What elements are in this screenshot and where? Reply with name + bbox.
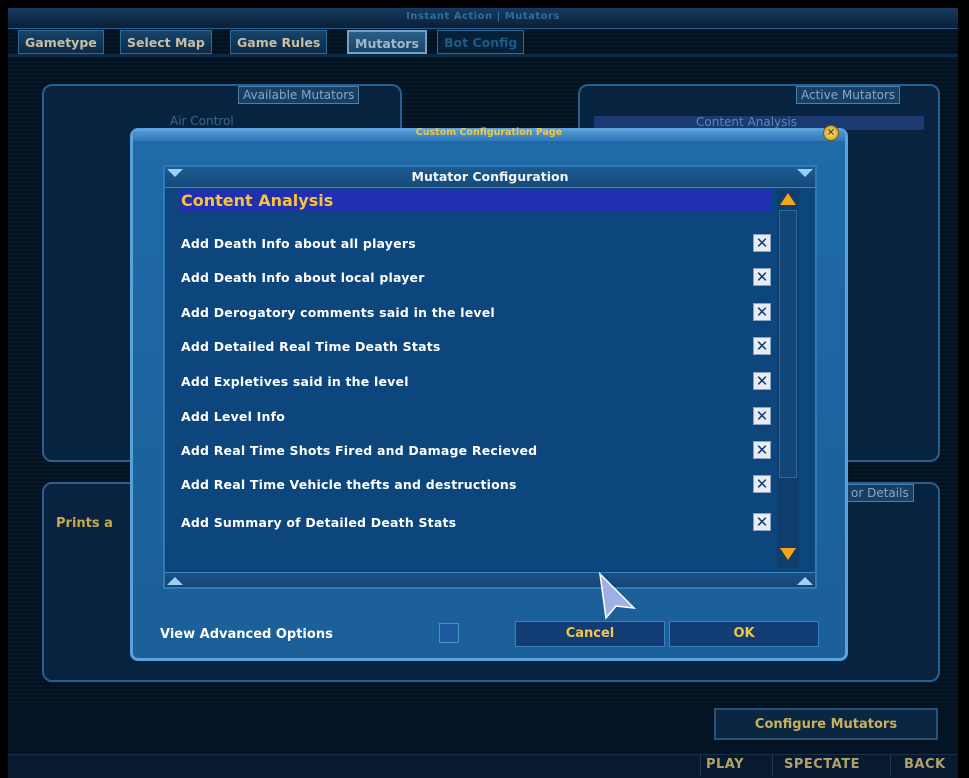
option-label: Add Level Info [181, 409, 286, 424]
scrollbar[interactable] [777, 190, 799, 568]
option-label: Add Summary of Detailed Death Stats [181, 515, 457, 530]
window-title: Instant Action | Mutators [406, 11, 560, 22]
view-advanced-options-label: View Advanced Options [160, 627, 333, 642]
play-button[interactable]: PLAY [706, 757, 744, 772]
option-label: Add Death Info about all players [181, 236, 416, 251]
option-checkbox[interactable]: ✕ [753, 337, 771, 355]
dialog-title-bar[interactable]: Custom Configuration Page × [133, 125, 845, 141]
tab-gametype[interactable]: Gametype [18, 30, 104, 54]
option-checkbox[interactable]: ✕ [753, 303, 771, 321]
section-header: Content Analysis [179, 190, 771, 212]
option-label: Add Detailed Real Time Death Stats [181, 339, 441, 354]
spectate-button[interactable]: SPECTATE [784, 757, 860, 772]
available-mutators-caption: Available Mutators [238, 86, 360, 104]
mutator-details-caption: or Details [846, 484, 914, 502]
tab-bot-config[interactable]: Bot Config [437, 30, 525, 54]
option-checkbox[interactable]: ✕ [753, 407, 771, 425]
corner-decoration-icon [797, 577, 813, 585]
mouse-cursor-icon [598, 572, 637, 620]
option-checkbox[interactable]: ✕ [753, 268, 771, 286]
tab-mutators[interactable]: Mutators [347, 30, 427, 54]
footer-divider [890, 754, 891, 777]
footer-divider [700, 754, 701, 777]
option-label: Add Expletives said in the level [181, 374, 409, 389]
back-button[interactable]: BACK [904, 757, 946, 772]
tab-game-rules[interactable]: Game Rules [230, 30, 328, 54]
configure-mutators-button[interactable]: Configure Mutators [714, 708, 938, 740]
scroll-down-arrow-icon[interactable] [780, 548, 796, 560]
option-checkbox[interactable]: ✕ [753, 475, 771, 493]
scroll-up-arrow-icon[interactable] [780, 193, 796, 205]
mutator-description: Prints a [56, 516, 113, 531]
corner-decoration-icon [797, 169, 813, 177]
scroll-thumb[interactable] [779, 210, 797, 478]
option-checkbox[interactable]: ✕ [753, 372, 771, 390]
active-mutators-caption: Active Mutators [796, 86, 901, 104]
tab-strip-divider [8, 54, 958, 57]
option-label: Add Derogatory comments said in the leve… [181, 305, 495, 320]
footer-divider [772, 754, 773, 777]
option-label: Add Real Time Vehicle thefts and destruc… [181, 477, 517, 492]
ok-button[interactable]: OK [669, 621, 819, 647]
corner-decoration-icon [167, 577, 183, 585]
close-icon[interactable]: × [823, 125, 839, 141]
cancel-button[interactable]: Cancel [515, 621, 665, 647]
panel-footer [165, 572, 815, 587]
view-advanced-options-checkbox[interactable] [439, 623, 459, 643]
option-label: Add Death Info about local player [181, 270, 425, 285]
dialog-title: Custom Configuration Page [415, 127, 563, 138]
tab-select-map[interactable]: Select Map [120, 30, 212, 54]
available-mutator-item[interactable]: Air Control [170, 114, 234, 128]
option-checkbox[interactable]: ✕ [753, 234, 771, 252]
window-title-bar: Instant Action | Mutators [8, 8, 958, 29]
option-checkbox[interactable]: ✕ [753, 513, 771, 531]
option-label: Add Real Time Shots Fired and Damage Rec… [181, 443, 538, 458]
mutator-configuration-panel: Mutator Configuration Content Analysis A… [163, 165, 817, 589]
custom-configuration-dialog: Custom Configuration Page × Mutator Conf… [130, 125, 848, 661]
panel-header: Mutator Configuration [165, 167, 815, 188]
option-checkbox[interactable]: ✕ [753, 441, 771, 459]
corner-decoration-icon [167, 169, 183, 177]
